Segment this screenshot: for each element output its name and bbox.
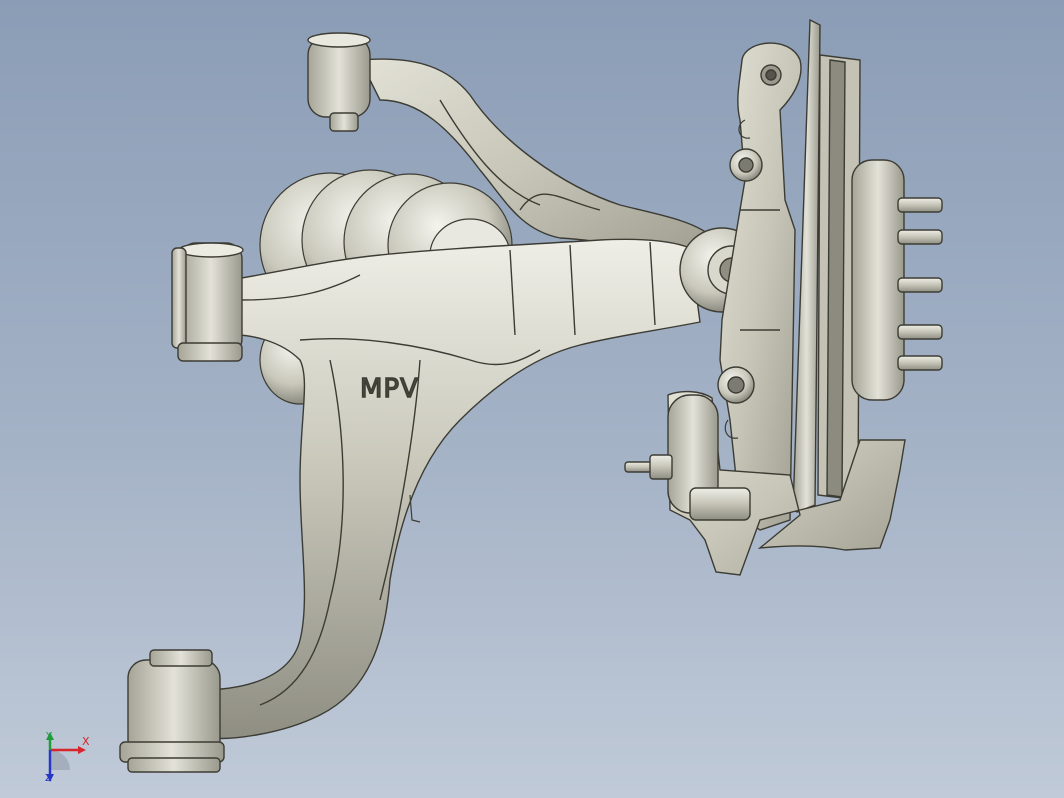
lower-control-arm[interactable]: MPV bbox=[199, 238, 701, 740]
lower-bushing-front[interactable] bbox=[171, 242, 244, 362]
graphics-viewport[interactable]: MPV X Y Z bbox=[0, 0, 1064, 798]
suspension-assembly-model[interactable]: MPV bbox=[0, 0, 1064, 798]
brake-rotor[interactable] bbox=[792, 18, 861, 513]
triad-z-label: Z bbox=[45, 773, 52, 784]
arm-label: MPV bbox=[360, 374, 419, 404]
wheel-hub[interactable] bbox=[851, 159, 943, 401]
upper-bushing-front[interactable] bbox=[307, 32, 371, 132]
lower-bushing-rear[interactable] bbox=[119, 649, 225, 773]
steering-knuckle[interactable] bbox=[717, 42, 802, 531]
triad-y-label: Y bbox=[46, 731, 53, 742]
triad-x-label: X bbox=[82, 735, 90, 748]
